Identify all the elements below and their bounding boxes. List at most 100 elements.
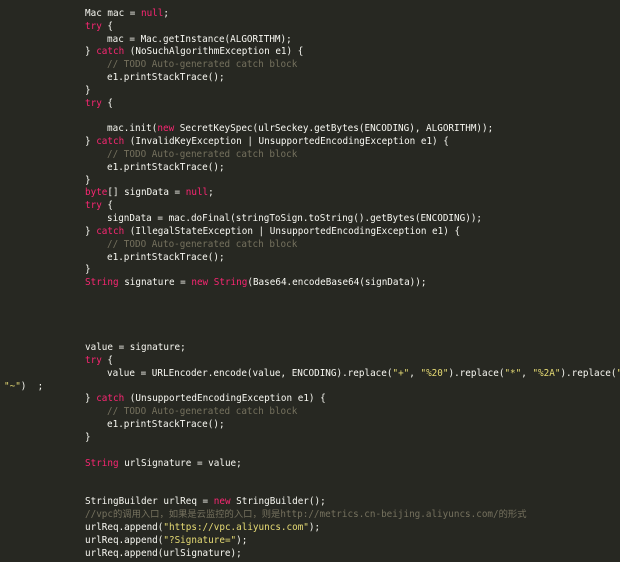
token-plain: StringBuilder urlReq = (85, 496, 214, 507)
token-keyword: try (85, 355, 102, 366)
token-plain: , (409, 368, 421, 379)
code-editor[interactable]: Mac mac = null; try {mac = Mac.getInstanc… (0, 0, 620, 562)
code-line: } catch (NoSuchAlgorithmException e1) { (85, 45, 303, 58)
token-plain: } (85, 226, 97, 237)
code-line: value = signature; (85, 341, 186, 354)
token-keyword: catch (96, 136, 125, 147)
code-line: urlReq.append("?Signature="); (85, 534, 247, 547)
token-plain: urlSignature = value; (118, 458, 242, 469)
token-plain: signData = mac.doFinal(stringToSign.toSt… (107, 213, 483, 224)
token-plain: [] signData = (107, 187, 186, 198)
code-line: try { (85, 97, 113, 110)
code-line: } catch (UnsupportedEncodingException e1… (85, 392, 326, 405)
code-line: StringBuilder urlReq = new StringBuilder… (85, 495, 326, 508)
token-comment: // TODO Auto-generated catch block (107, 406, 298, 417)
code-line: //vpc的调用入口，如果是云监控的入口，则是http://metrics.cn… (85, 508, 527, 521)
code-line: } catch (InvalidKeyException | Unsupport… (85, 135, 449, 148)
token-plain: } (85, 175, 91, 186)
token-plain: value = signature; (85, 342, 186, 353)
code-line: try { (85, 354, 113, 367)
token-plain: SecretKeySpec(ulrSeckey.getBytes(ENCODIN… (174, 123, 494, 134)
code-line: String signature = new String(Base64.enc… (85, 276, 426, 289)
token-plain: { (101, 21, 113, 32)
token-keyword: catch (96, 226, 125, 237)
token-plain: (UnsupportedEncodingException e1) { (124, 393, 326, 404)
code-line: String urlSignature = value; (85, 457, 242, 470)
token-plain: mac = Mac.getInstance(ALGORITHM); (107, 34, 292, 45)
token-plain: (InvalidKeyException | UnsupportedEncodi… (124, 136, 449, 147)
code-line: e1.printStackTrace(); (107, 418, 225, 431)
token-comment: // TODO Auto-generated catch block (107, 149, 298, 160)
token-keyword: new (191, 277, 209, 288)
code-line: } (85, 263, 91, 276)
code-line: signData = mac.doFinal(stringToSign.toSt… (107, 212, 482, 225)
token-keyword: try (85, 200, 102, 211)
token-keyword: byte (85, 187, 108, 198)
token-plain: urlReq.append( (85, 522, 164, 533)
token-keyword: null (140, 8, 164, 19)
token-keyword: String (213, 277, 248, 288)
token-keyword: String (85, 277, 119, 288)
token-plain: e1.printStackTrace(); (107, 162, 225, 173)
token-string: "%20" (420, 368, 449, 379)
token-keyword: new (213, 496, 231, 507)
token-plain: ).replace( (560, 368, 617, 379)
token-string: "?Signature=" (163, 535, 237, 546)
code-line: "~") ; (4, 380, 43, 393)
token-plain: urlReq.append( (85, 535, 164, 546)
token-plain: { (101, 355, 113, 366)
token-plain: Mac mac = (85, 8, 141, 19)
token-plain: signature = (118, 277, 192, 288)
token-plain: } (85, 264, 91, 275)
token-keyword: try (85, 98, 102, 109)
code-line: Mac mac = null; (85, 7, 169, 20)
code-line: value = URLEncoder.encode(value, ENCODIN… (107, 367, 620, 380)
code-line: e1.printStackTrace(); (107, 251, 225, 264)
code-line: } (85, 431, 91, 444)
token-comment: // TODO Auto-generated catch block (107, 59, 298, 70)
token-plain: e1.printStackTrace(); (107, 72, 225, 83)
token-plain: } (85, 136, 97, 147)
token-plain: urlReq.append(urlSignature); (85, 548, 242, 559)
token-plain: (IllegalStateException | UnsupportedEnco… (124, 226, 461, 237)
token-plain: e1.printStackTrace(); (107, 252, 225, 263)
token-plain: } (85, 46, 97, 57)
token-string: "https://vpc.aliyuncs.com" (163, 522, 309, 533)
code-line: try { (85, 199, 113, 212)
token-plain: ; (163, 8, 169, 19)
token-string: "*" (504, 368, 522, 379)
code-line: // TODO Auto-generated catch block (107, 238, 297, 251)
token-plain: mac.init( (107, 123, 158, 134)
token-plain: ); (308, 522, 321, 533)
token-plain: } (85, 432, 91, 443)
token-keyword: try (85, 21, 102, 32)
token-comment: // TODO Auto-generated catch block (107, 239, 298, 250)
token-keyword: catch (96, 46, 125, 57)
code-line: byte[] signData = null; (85, 186, 214, 199)
token-string: "~" (4, 381, 21, 392)
code-line: e1.printStackTrace(); (107, 161, 225, 174)
code-line: // TODO Auto-generated catch block (107, 148, 297, 161)
code-line: e1.printStackTrace(); (107, 71, 225, 84)
token-plain: ; (208, 187, 214, 198)
code-line: // TODO Auto-generated catch block (107, 405, 297, 418)
token-plain: ) ; (20, 381, 44, 392)
code-line: urlReq.append("https://vpc.aliyuncs.com"… (85, 521, 320, 534)
token-plain: { (101, 98, 113, 109)
code-line: try { (85, 20, 113, 33)
token-plain: (NoSuchAlgorithmException e1) { (124, 46, 304, 57)
code-line: } (85, 84, 91, 97)
token-comment: //vpc的调用入口，如果是云监控的入口，则是http://metrics.cn… (85, 509, 527, 520)
code-line: // TODO Auto-generated catch block (107, 58, 297, 71)
token-string: "%7E" (616, 368, 620, 379)
token-keyword: new (157, 123, 175, 134)
code-line: urlReq.append(urlSignature); (85, 547, 242, 560)
token-keyword: String (85, 458, 119, 469)
token-plain: ).replace( (448, 368, 505, 379)
token-keyword: null (185, 187, 209, 198)
token-keyword: catch (96, 393, 125, 404)
token-plain: { (101, 200, 113, 211)
code-line: } catch (IllegalStateException | Unsuppo… (85, 225, 460, 238)
token-string: "+" (392, 368, 410, 379)
token-plain: } (85, 393, 97, 404)
